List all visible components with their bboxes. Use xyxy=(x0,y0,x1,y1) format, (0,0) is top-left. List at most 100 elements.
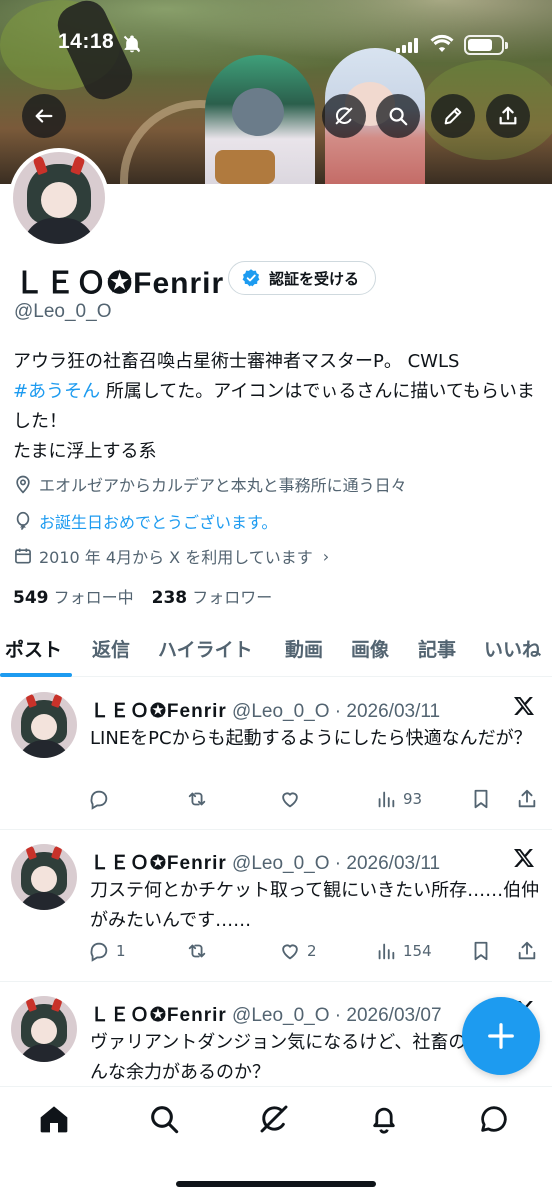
grok-button[interactable] xyxy=(322,94,366,138)
plus-icon xyxy=(488,1023,514,1049)
tab-posts[interactable]: ポスト xyxy=(5,635,62,662)
post-author-name[interactable]: ＬＥＯ✪Fenrir xyxy=(90,1005,227,1026)
profile-avatar[interactable] xyxy=(9,148,109,248)
x-logo-icon xyxy=(514,697,534,715)
verified-badge-icon xyxy=(242,269,260,287)
share-post-button[interactable] xyxy=(516,940,538,962)
like-button[interactable]: 2 xyxy=(279,940,317,962)
tab-photos[interactable]: 画像 xyxy=(351,635,389,662)
tab-highlights[interactable]: ハイライト xyxy=(158,635,253,662)
banner-character-left-face xyxy=(232,88,284,136)
post-header: ＬＥＯ✪Fenrir @Leo_0_O · 2026/03/11 xyxy=(90,696,440,723)
bookmark-button[interactable] xyxy=(470,940,492,962)
status-time: 14:18 xyxy=(58,30,115,53)
heart-icon xyxy=(282,944,298,960)
search-icon xyxy=(151,1106,179,1134)
calendar-icon xyxy=(15,548,31,564)
cellular-signal-icon xyxy=(396,37,418,53)
edit-button[interactable] xyxy=(431,94,475,138)
nav-messages[interactable] xyxy=(478,1103,510,1135)
bio-text: アウラ狂の社畜召喚占星術士審神者マスターP。 CWLS xyxy=(13,351,460,372)
battery-icon xyxy=(464,35,508,55)
battery-level xyxy=(468,39,492,51)
bio-hashtag-link[interactable]: #あうそん xyxy=(13,381,100,402)
share-post-button[interactable] xyxy=(516,788,538,810)
balloon-icon xyxy=(16,511,30,531)
search-icon xyxy=(389,107,408,126)
nav-search[interactable] xyxy=(148,1103,180,1135)
views-button[interactable]: 93 xyxy=(375,788,422,810)
compose-post-button[interactable] xyxy=(462,997,540,1075)
bookmark-icon xyxy=(474,789,488,809)
profile-tabs: ポスト 返信 ハイライト 動画 画像 記事 いいね xyxy=(0,627,552,677)
profile-location: エオルゼアからカルデアと本丸と事務所に通う日々 xyxy=(13,472,407,496)
active-tab-indicator xyxy=(0,673,72,677)
bell-slash-icon xyxy=(123,35,141,53)
search-button[interactable] xyxy=(376,94,420,138)
banner-barrel xyxy=(215,150,275,184)
post-avatar[interactable] xyxy=(11,692,77,758)
profile-display-name: ＬＥＯ✪Fenrir xyxy=(14,267,225,300)
nav-home[interactable] xyxy=(38,1103,70,1135)
views-button[interactable]: 154 xyxy=(375,940,432,962)
reply-button[interactable] xyxy=(88,788,116,810)
post-handle-date: @Leo_0_O · 2026/03/11 xyxy=(226,853,441,874)
x-logo-icon xyxy=(514,849,534,867)
tab-likes[interactable]: いいね xyxy=(484,635,541,662)
location-pin-icon xyxy=(16,475,30,494)
tab-articles[interactable]: 記事 xyxy=(418,635,456,662)
following-link[interactable]: 549 フォロー中 xyxy=(13,588,134,608)
view-count: 93 xyxy=(403,790,423,808)
like-button[interactable] xyxy=(279,788,307,810)
bar-chart-icon xyxy=(378,791,395,808)
grok-icon xyxy=(335,107,353,125)
birthday-text[interactable]: お誕生日おめでとうございます。 xyxy=(39,509,277,533)
profile-handle: @Leo_0_O xyxy=(14,301,112,322)
timeline-post[interactable]: ＬＥＯ✪Fenrir @Leo_0_O · 2026/03/11 LINEをPC… xyxy=(0,678,552,830)
status-bar: 14:18 xyxy=(0,0,552,92)
profile-bio: アウラ狂の社畜召喚占星術士審神者マスターP。 CWLS #あうそん 所属してた。… xyxy=(13,347,543,467)
notifications-icon xyxy=(373,1107,395,1134)
post-text: 刀ステ何とかチケット取って観にいきたい所存……伯仲がみたいんです…… xyxy=(90,880,540,931)
profile-joined[interactable]: 2010 年 4月から X を利用しています › xyxy=(13,544,329,568)
location-text: エオルゼアからカルデアと本丸と事務所に通う日々 xyxy=(39,476,407,495)
tab-replies[interactable]: 返信 xyxy=(92,635,130,662)
post-header: ＬＥＯ✪Fenrir @Leo_0_O · 2026/03/07 xyxy=(90,1000,442,1027)
reply-icon xyxy=(90,790,108,810)
chevron-right-icon: › xyxy=(322,546,330,566)
bio-text: たまに浮上する系 xyxy=(13,441,157,462)
share-button[interactable] xyxy=(486,94,530,138)
home-icon xyxy=(40,1106,68,1133)
profile-birthday[interactable]: お誕生日おめでとうございます。 xyxy=(13,509,277,533)
reply-count: 1 xyxy=(116,942,126,960)
post-avatar[interactable] xyxy=(11,844,77,910)
avatar-image xyxy=(13,152,105,244)
repost-button[interactable] xyxy=(186,940,214,962)
followers-link[interactable]: 238 フォロワー xyxy=(152,588,273,608)
reply-button[interactable]: 1 xyxy=(88,940,126,962)
bar-chart-icon xyxy=(378,943,395,960)
timeline-post[interactable]: ＬＥＯ✪Fenrir @Leo_0_O · 2026/03/11 刀ステ何とかチ… xyxy=(0,830,552,982)
post-text: LINEをPCからも起動するようにしたら快適なんだが？ xyxy=(90,728,532,749)
post-handle-date: @Leo_0_O · 2026/03/07 xyxy=(226,1005,442,1026)
repost-button[interactable] xyxy=(186,788,214,810)
post-avatar[interactable] xyxy=(11,996,77,1062)
nav-grok[interactable] xyxy=(258,1103,290,1135)
share-icon xyxy=(518,789,536,808)
tab-videos[interactable]: 動画 xyxy=(285,635,323,662)
bookmark-button[interactable] xyxy=(470,788,492,810)
heart-icon xyxy=(282,792,298,808)
post-actions: 93 xyxy=(88,788,546,816)
post-author-name[interactable]: ＬＥＯ✪Fenrir xyxy=(90,701,227,722)
following-label: フォロー中 xyxy=(53,588,134,607)
post-author-name[interactable]: ＬＥＯ✪Fenrir xyxy=(90,853,227,874)
home-indicator[interactable] xyxy=(176,1181,376,1187)
nav-notifications[interactable] xyxy=(368,1103,400,1135)
view-count: 154 xyxy=(403,942,432,960)
post-handle-date: @Leo_0_O · 2026/03/11 xyxy=(226,701,441,722)
back-button[interactable] xyxy=(22,94,66,138)
bookmark-icon xyxy=(474,941,488,961)
back-arrow-icon xyxy=(35,109,53,123)
get-verified-button[interactable]: 認証を受ける xyxy=(228,261,377,295)
messages-icon xyxy=(481,1106,507,1132)
